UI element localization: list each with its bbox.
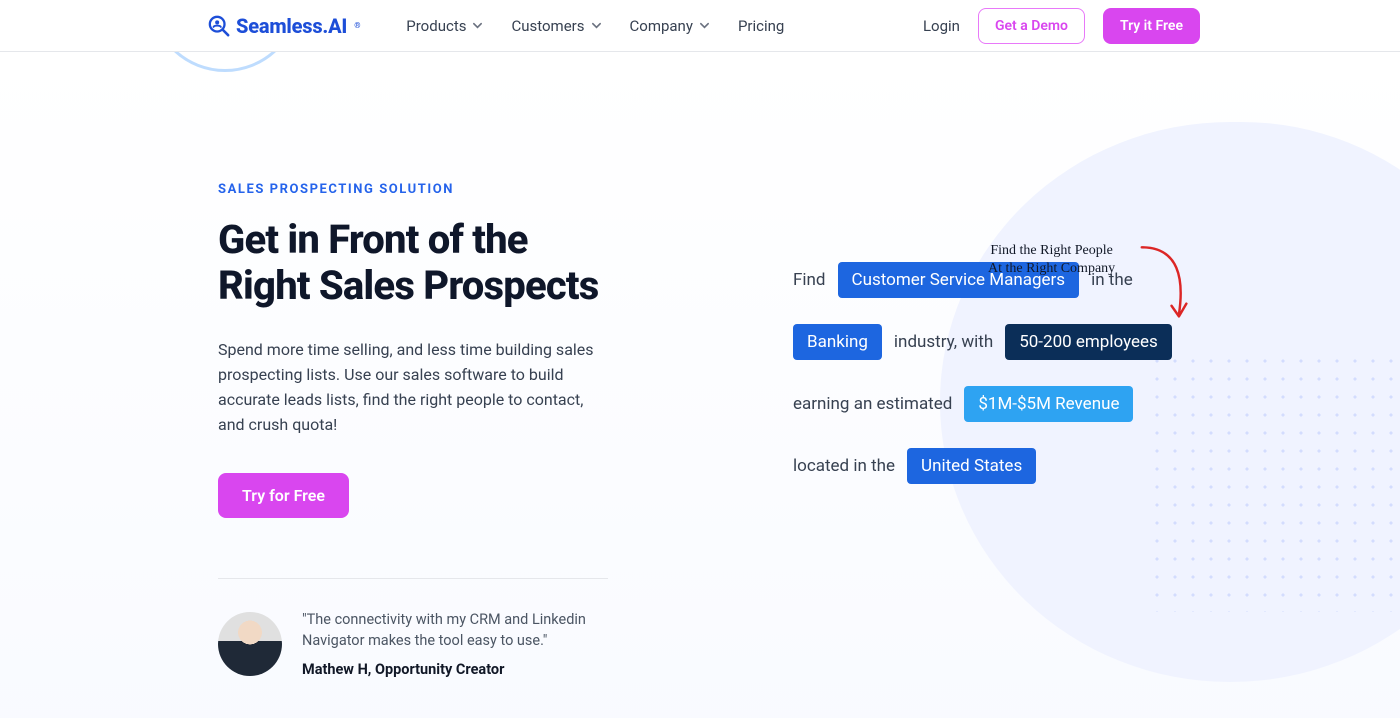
try-free-button[interactable]: Try it Free xyxy=(1103,8,1200,44)
query-row: Banking industry, with 50-200 employees xyxy=(793,324,1200,360)
query-text: located in the xyxy=(793,456,895,476)
hero-copy: SALES PROSPECTING SOLUTION Get in Front … xyxy=(218,182,628,678)
try-for-free-button[interactable]: Try for Free xyxy=(218,473,349,518)
nav-items: Products Customers Company Pricing xyxy=(406,17,784,35)
nav-item-products[interactable]: Products xyxy=(406,17,483,35)
query-chip-revenue: $1M-$5M Revenue xyxy=(964,386,1133,422)
get-demo-button[interactable]: Get a Demo xyxy=(978,8,1085,44)
nav-item-customers[interactable]: Customers xyxy=(511,17,601,35)
login-link[interactable]: Login xyxy=(923,17,960,35)
query-builder-illustration: Find the Right People At the Right Compa… xyxy=(688,182,1200,678)
testimonial-author: Mathew H, Opportunity Creator xyxy=(302,661,618,678)
query-row: earning an estimated $1M-$5M Revenue xyxy=(793,386,1200,422)
hero-title-line: Get in Front of the xyxy=(218,216,528,263)
hero-description: Spend more time selling, and less time b… xyxy=(218,338,598,437)
hero-section: SALES PROSPECTING SOLUTION Get in Front … xyxy=(0,52,1400,718)
brand-logo[interactable]: Seamless.AI ® xyxy=(208,14,360,38)
nav-item-label: Company xyxy=(630,17,693,35)
hero-title: Get in Front of the Right Sales Prospect… xyxy=(218,217,628,308)
brand-name: Seamless.AI xyxy=(236,14,347,38)
nav-item-label: Customers xyxy=(511,17,584,35)
handwritten-line: Find the Right People xyxy=(990,243,1113,258)
query-row: located in the United States xyxy=(793,448,1200,484)
testimonial-quote: "The connectivity with my CRM and Linked… xyxy=(302,609,618,651)
search-person-icon xyxy=(208,15,230,37)
hero-title-line: Right Sales Prospects xyxy=(218,262,598,309)
chevron-down-icon xyxy=(591,20,602,31)
handwritten-line: At the Right Company xyxy=(988,261,1115,276)
query-chip-industry: Banking xyxy=(793,324,882,360)
query-text: industry, with xyxy=(894,332,993,352)
chevron-down-icon xyxy=(472,20,483,31)
eyebrow: SALES PROSPECTING SOLUTION xyxy=(218,182,628,197)
query-chip-employees: 50-200 employees xyxy=(1005,324,1172,360)
nav-item-company[interactable]: Company xyxy=(630,17,710,35)
query-text: earning an estimated xyxy=(793,394,952,414)
nav-item-label: Pricing xyxy=(738,17,784,35)
handwritten-note: Find the Right People At the Right Compa… xyxy=(988,242,1115,278)
registered-mark: ® xyxy=(354,21,360,30)
divider xyxy=(218,578,608,579)
nav-actions: Login Get a Demo Try it Free xyxy=(923,8,1200,44)
nav-item-label: Products xyxy=(406,17,466,35)
query-text: Find xyxy=(793,270,826,290)
chevron-down-icon xyxy=(699,20,710,31)
testimonial: "The connectivity with my CRM and Linked… xyxy=(218,609,618,678)
nav-item-pricing[interactable]: Pricing xyxy=(738,17,784,35)
top-nav: Seamless.AI ® Products Customers Company … xyxy=(0,0,1400,52)
arrow-icon xyxy=(1133,242,1193,327)
query-chip-location: United States xyxy=(907,448,1036,484)
avatar xyxy=(218,612,282,676)
